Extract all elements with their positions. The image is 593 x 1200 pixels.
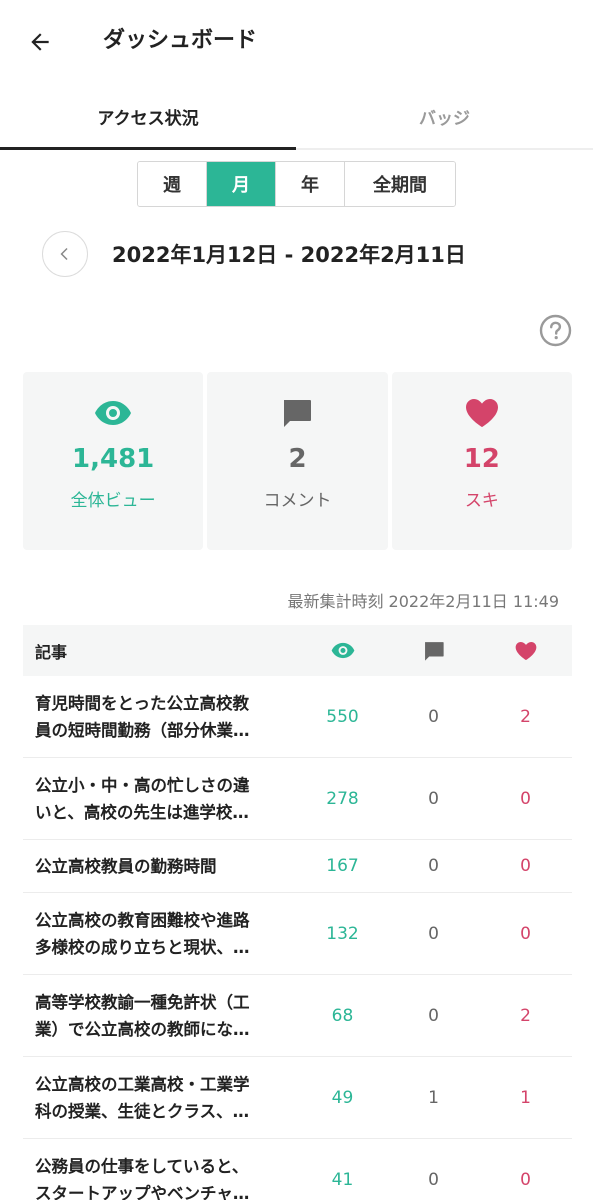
table-row[interactable]: 高等学校教諭一種免許状（工 業）で公立高校の教師にな… 68 0 2 (23, 975, 572, 1057)
article-title: 育児時間をとった公立高校教 員の短時間勤務（部分休業… (35, 693, 250, 740)
tab-badges[interactable]: バッジ (296, 84, 593, 148)
article-views: 41 (331, 1170, 354, 1190)
article-comments: 0 (428, 856, 439, 876)
tab-access-status[interactable]: アクセス状況 (0, 84, 296, 150)
likes-label: スキ (464, 491, 499, 511)
article-likes: 0 (520, 923, 531, 944)
stat-comments-card: 2 コメント (207, 372, 388, 550)
comments-count: 2 (288, 444, 307, 474)
article-views: 68 (331, 1005, 354, 1026)
article-likes: 0 (520, 856, 531, 876)
table-row[interactable]: 公立高校教員の勤務時間 167 0 0 (23, 840, 572, 893)
article-views: 49 (331, 1087, 354, 1108)
article-likes: 1 (520, 1087, 531, 1108)
tab-bar: アクセス状況 バッジ (0, 84, 593, 150)
table-row[interactable]: 公立高校の工業高校・工業学 科の授業、生徒とクラス、… 49 1 1 (23, 1057, 572, 1139)
eye-icon (95, 401, 132, 425)
chevron-left-icon (60, 248, 68, 260)
comment-icon (424, 641, 444, 661)
article-likes: 0 (520, 1170, 531, 1190)
heart-icon (515, 641, 536, 660)
comments-label: コメント (263, 491, 332, 511)
article-likes: 2 (520, 1005, 531, 1026)
last-updated-text: 最新集計時刻 2022年2月11日 11:49 (287, 592, 559, 611)
stat-views-card: 1,481 全体ビュー (23, 372, 204, 550)
article-likes: 2 (520, 706, 531, 727)
article-comments: 0 (428, 1005, 439, 1026)
article-column-header: 記事 (35, 642, 68, 662)
article-comments: 0 (428, 923, 439, 944)
heart-icon (465, 399, 498, 427)
stat-likes-card: 12 スキ (391, 372, 572, 550)
article-likes: 0 (520, 788, 531, 809)
period-week-button[interactable]: 週 (138, 162, 207, 206)
eye-icon (331, 642, 354, 659)
period-year-button[interactable]: 年 (276, 162, 345, 206)
article-title: 高等学校教諭一種免許状（工 業）で公立高校の教師にな… (35, 992, 250, 1039)
table-row[interactable]: 公立小・中・高の忙しさの違 いと、高校の先生は進学校… 278 0 0 (23, 758, 572, 840)
article-title: 公務員の仕事をしていると、 スタートアップやベンチャ… (35, 1157, 250, 1200)
article-title: 公立高校教員の勤務時間 (35, 856, 217, 876)
likes-column-header (479, 641, 572, 661)
article-views: 278 (326, 788, 359, 809)
arrow-left-icon (31, 33, 49, 51)
article-comments: 0 (428, 1170, 439, 1190)
article-comments: 1 (428, 1087, 439, 1108)
period-month-button[interactable]: 月 (207, 162, 276, 206)
stats-summary: 1,481 全体ビュー 2 コメント 12 スキ (23, 372, 572, 550)
date-range-label: 2022年1月12日 - 2022年2月11日 (112, 243, 466, 267)
table-row[interactable]: 公務員の仕事をしていると、 スタートアップやベンチャ… 41 0 0 (23, 1139, 572, 1200)
views-count: 1,481 (72, 444, 155, 474)
articles-table: 記事 育児時間をとった公立高校教 員の短時間勤務（部分休業… 550 0 2 公… (23, 625, 572, 1200)
date-range-row: 2022年1月12日 - 2022年2月11日 (42, 230, 466, 278)
back-button[interactable] (22, 24, 58, 60)
likes-count: 12 (463, 444, 500, 474)
comments-column-header (388, 640, 479, 662)
article-views: 167 (326, 856, 359, 876)
table-row[interactable]: 育児時間をとった公立高校教 員の短時間勤務（部分休業… 550 0 2 (23, 676, 572, 758)
article-views: 550 (326, 706, 359, 727)
views-column-header (297, 642, 388, 659)
app-header: ダッシュボード (0, 0, 593, 80)
table-row[interactable]: 公立高校の教育困難校や進路 多様校の成り立ちと現状、… 132 0 0 (23, 893, 572, 975)
views-label: 全体ビュー (70, 491, 156, 511)
period-all-button[interactable]: 全期間 (345, 162, 455, 206)
page-title: ダッシュボード (103, 28, 258, 53)
article-title: 公立高校の工業高校・工業学 科の授業、生徒とクラス、… (35, 1074, 250, 1121)
article-views: 132 (326, 923, 359, 944)
previous-period-button[interactable] (42, 231, 88, 277)
comment-icon (284, 400, 312, 427)
article-title: 公立高校の教育困難校や進路 多様校の成り立ちと現状、… (35, 910, 250, 957)
article-comments: 0 (428, 788, 439, 809)
table-header: 記事 (23, 625, 572, 676)
period-selector: 週 月 年 全期間 (137, 161, 456, 207)
article-comments: 0 (428, 706, 439, 727)
article-title: 公立小・中・高の忙しさの違 いと、高校の先生は進学校… (35, 775, 250, 822)
help-icon[interactable] (539, 314, 572, 347)
